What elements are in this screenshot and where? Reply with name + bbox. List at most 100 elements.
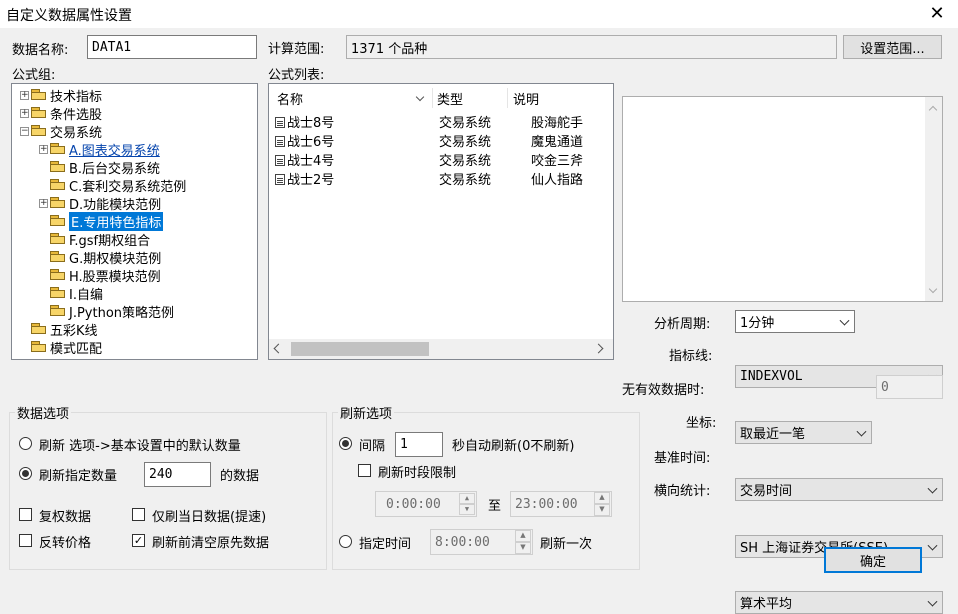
indicator-line-label: 指标线: <box>669 349 713 364</box>
data-name-input[interactable]: DATA1 <box>87 35 257 59</box>
set-range-button[interactable]: 设置范围... <box>843 35 942 59</box>
coordinate-label: 坐标: <box>686 416 717 431</box>
window-title: 自定义数据属性设置 <box>6 8 132 24</box>
ok-button[interactable]: 确定 <box>824 547 922 573</box>
vertical-scrollbar[interactable] <box>925 97 942 301</box>
tree-item-pattern-match[interactable]: 模式匹配 <box>20 338 102 357</box>
folder-icon <box>50 233 66 245</box>
sort-chevron-icon <box>415 92 425 102</box>
formula-icon <box>275 117 285 128</box>
description-box[interactable] <box>622 96 943 302</box>
horizontal-stat-select[interactable]: 算术平均 <box>735 591 943 614</box>
data-options-title: 数据选项 <box>15 403 72 422</box>
reverse-price-checkbox[interactable] <box>19 534 32 547</box>
spinner-icon: ▲ ▼ <box>594 492 610 516</box>
tree-item-stock-selection[interactable]: + 条件选股 <box>20 104 102 123</box>
folder-icon <box>50 251 66 263</box>
coordinate-select[interactable]: 交易时间 <box>735 478 943 501</box>
chevron-down-icon <box>927 596 938 607</box>
chevron-down-icon <box>927 540 938 551</box>
tree-item-colored-k[interactable]: 五彩K线 <box>20 320 98 339</box>
list-row[interactable]: 战士2号 交易系统 仙人指路 <box>269 168 613 188</box>
horizontal-stat-label: 横向统计: <box>654 484 711 499</box>
clear-before-label: 刷新前清空原先数据 <box>152 536 270 551</box>
tree-item-self-made[interactable]: I.自编 <box>39 284 103 303</box>
tree-item-gsf-options[interactable]: F.gsf期权组合 <box>39 230 150 249</box>
column-header-type[interactable]: 类型 <box>437 88 463 108</box>
folder-icon <box>31 341 47 353</box>
folder-icon <box>50 287 66 299</box>
interval-input[interactable]: 1 <box>395 432 443 457</box>
list-row[interactable]: 战士8号 交易系统 股海舵手 <box>269 111 613 131</box>
base-time-label: 基准时间: <box>654 451 711 466</box>
folder-icon <box>50 143 66 155</box>
refresh-count-input[interactable]: 240 <box>144 462 211 487</box>
column-divider <box>432 88 433 108</box>
refresh-count-radio[interactable] <box>19 467 32 480</box>
scrollbar-thumb[interactable] <box>291 342 429 356</box>
tree-item-backend-trading[interactable]: B.后台交易系统 <box>39 158 160 177</box>
interval-suffix: 秒自动刷新(0不刷新) <box>452 439 575 454</box>
folder-icon <box>31 107 47 119</box>
list-row[interactable]: 战士6号 交易系统 魔鬼通道 <box>269 130 613 150</box>
restore-rights-label: 复权数据 <box>39 510 92 525</box>
formula-list-label: 公式列表: <box>268 68 325 83</box>
column-divider <box>507 88 508 108</box>
time-limit-checkbox[interactable] <box>358 464 371 477</box>
to-label: 至 <box>488 499 502 514</box>
folder-open-icon <box>50 215 66 227</box>
column-header-name[interactable]: 名称 <box>277 88 303 108</box>
tree-item-trading-system[interactable]: − 交易系统 <box>20 122 102 141</box>
today-only-checkbox[interactable] <box>132 508 145 521</box>
formula-group-label: 公式组: <box>12 68 56 83</box>
tree-item-options-module[interactable]: G.期权模块范例 <box>39 248 161 267</box>
tree-item-arbitrage[interactable]: C.套利交易系统范例 <box>39 176 186 195</box>
spinner-icon: ▲ ▼ <box>459 493 475 515</box>
scroll-left-icon[interactable] <box>273 343 284 354</box>
horizontal-scrollbar[interactable] <box>269 339 613 359</box>
formula-list[interactable]: 名称 类型 说明 战士8号 交易系统 股海舵手 战士6号 交易系统 魔鬼通道 战… <box>268 83 614 360</box>
formula-icon <box>275 136 285 147</box>
spinner-icon: ▲ ▼ <box>515 530 531 554</box>
close-icon[interactable]: ✕ <box>926 3 948 25</box>
at-time-radio[interactable] <box>339 535 352 548</box>
tree-item-stock-module[interactable]: H.股票模块范例 <box>39 266 161 285</box>
list-row[interactable]: 战士4号 交易系统 咬金三斧 <box>269 149 613 169</box>
folder-icon <box>31 89 47 101</box>
tree-item-tech-indicator[interactable]: + 技术指标 <box>20 86 102 105</box>
chevron-down-icon <box>927 483 938 494</box>
restore-rights-checkbox[interactable] <box>19 508 32 521</box>
scroll-right-icon[interactable] <box>593 343 604 354</box>
column-header-desc[interactable]: 说明 <box>513 88 539 108</box>
chevron-down-icon <box>856 426 867 437</box>
refresh-default-radio[interactable] <box>19 437 32 450</box>
no-valid-data-select[interactable]: 取最近一笔 <box>735 421 872 444</box>
refresh-default-label: 刷新 选项->基本设置中的默认数量 <box>39 439 241 454</box>
clear-before-checkbox[interactable]: ✓ <box>132 534 145 547</box>
title-bar <box>0 0 958 28</box>
no-valid-data-label: 无有效数据时: <box>622 383 705 398</box>
today-only-label: 仅刷当日数据(提速) <box>152 510 267 525</box>
folder-icon <box>31 323 47 335</box>
tree-item-special-indicator[interactable]: E.专用特色指标 <box>39 211 164 231</box>
refresh-count-label: 刷新指定数量 <box>39 469 118 484</box>
reverse-price-label: 反转价格 <box>39 536 92 551</box>
no-valid-data-value: 0 <box>876 375 943 399</box>
calc-range-field: 1371 个品种 <box>346 35 837 59</box>
tree-item-chart-trading[interactable]: + A.图表交易系统 <box>39 140 160 159</box>
scroll-up-icon[interactable] <box>928 105 938 115</box>
calc-range-label: 计算范围: <box>268 42 325 57</box>
folder-icon <box>50 197 66 209</box>
formula-group-tree[interactable]: + 技术指标 + 条件选股 − 交易系统 + A.图表交易系统 B.后台交易系统 C.套… <box>11 83 258 360</box>
interval-radio[interactable] <box>339 437 352 450</box>
at-time-label: 指定时间 <box>359 537 412 552</box>
refresh-options-title: 刷新选项 <box>338 403 395 422</box>
tree-item-function-module[interactable]: + D.功能模块范例 <box>39 194 161 213</box>
folder-open-icon <box>31 125 47 137</box>
time-limit-label: 刷新时段限制 <box>378 466 457 481</box>
period-select[interactable]: 1分钟 <box>735 310 855 333</box>
tree-item-python-strategy[interactable]: J.Python策略范例 <box>39 302 174 321</box>
folder-icon <box>50 179 66 191</box>
scroll-down-icon[interactable] <box>928 284 938 294</box>
folder-icon <box>50 305 66 317</box>
